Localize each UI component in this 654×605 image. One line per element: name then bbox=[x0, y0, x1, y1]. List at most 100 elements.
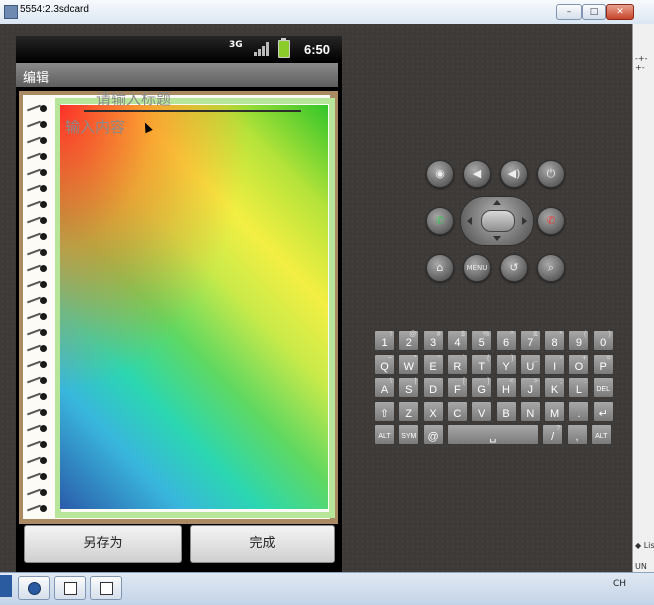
key-1-0[interactable]: Q ~ bbox=[374, 353, 395, 375]
menu-button[interactable]: MENU bbox=[463, 254, 491, 282]
dpad-up-icon[interactable] bbox=[493, 200, 501, 205]
key-4-3[interactable]: ␣ bbox=[446, 424, 539, 445]
volume-up-button[interactable]: ◀) bbox=[500, 160, 528, 188]
spiral-ring bbox=[27, 359, 47, 371]
key-1-6[interactable]: U _ bbox=[519, 353, 541, 375]
content-input[interactable] bbox=[65, 116, 315, 496]
dpad-right-icon[interactable] bbox=[522, 217, 527, 225]
key-3-2[interactable]: X bbox=[422, 400, 444, 422]
minimize-button[interactable]: – bbox=[556, 4, 582, 20]
key-2-1[interactable]: S | bbox=[398, 377, 420, 398]
call-button[interactable]: ✆ bbox=[426, 207, 454, 235]
key-2-3[interactable]: F[ bbox=[446, 377, 468, 398]
search-button[interactable]: ⌕ bbox=[537, 254, 565, 282]
key-3-5[interactable]: B bbox=[495, 400, 517, 422]
spiral-ring bbox=[27, 471, 47, 483]
key-2-7[interactable]: K; bbox=[544, 377, 566, 398]
maximize-button[interactable]: □ bbox=[582, 4, 606, 20]
key-1-1[interactable]: W " bbox=[398, 353, 420, 375]
key-0-4[interactable]: 5% bbox=[471, 330, 493, 351]
key-3-4[interactable]: V bbox=[471, 400, 493, 422]
key-1-3[interactable]: R ` bbox=[446, 353, 468, 375]
key-2-5[interactable]: H < bbox=[495, 377, 517, 398]
key-2-2[interactable]: D bbox=[422, 377, 444, 398]
end-call-button[interactable]: ✆ bbox=[537, 207, 565, 235]
taskbar-ie-button[interactable] bbox=[18, 576, 50, 600]
key-4-6[interactable]: ALT bbox=[590, 424, 612, 445]
title-input[interactable] bbox=[84, 88, 301, 112]
taskbar-app-button-2[interactable] bbox=[90, 576, 122, 600]
key-0-9[interactable]: 0) bbox=[592, 330, 614, 351]
key-0-5[interactable]: 6 ^ bbox=[495, 330, 517, 351]
key-1-2[interactable]: E " bbox=[422, 353, 444, 375]
key-0-1[interactable]: 2 @ bbox=[398, 330, 420, 351]
app-icon bbox=[4, 5, 18, 19]
back-button[interactable]: ↺ bbox=[500, 254, 528, 282]
spiral-ring bbox=[27, 199, 47, 211]
key-4-5[interactable]: , bbox=[566, 424, 588, 445]
volume-down-button[interactable]: ◀ bbox=[463, 160, 491, 188]
camera-button[interactable]: ◉ bbox=[426, 160, 454, 188]
spiral-ring bbox=[27, 215, 47, 227]
key-1-9[interactable]: P = bbox=[592, 353, 614, 375]
key-3-6[interactable]: N bbox=[519, 400, 541, 422]
dpad-down-icon[interactable] bbox=[493, 236, 501, 241]
signal-icon bbox=[254, 42, 270, 56]
key-2-6[interactable]: J > bbox=[519, 377, 541, 398]
status-time: 6:50 bbox=[304, 42, 331, 57]
key-3-3[interactable]: C bbox=[446, 400, 468, 422]
key-1-8[interactable]: O + bbox=[568, 353, 590, 375]
key-2-4[interactable]: G] bbox=[471, 377, 493, 398]
start-button[interactable] bbox=[0, 575, 12, 597]
power-button[interactable]: ⏻ bbox=[537, 160, 565, 188]
key-3-8[interactable]: . bbox=[568, 400, 590, 422]
spiral-ring bbox=[27, 183, 47, 195]
key-4-1[interactable]: SYM bbox=[398, 424, 420, 445]
dpad-left-icon[interactable] bbox=[467, 217, 472, 225]
key-0-8[interactable]: 9( bbox=[568, 330, 590, 351]
save-as-button[interactable]: 另存为 bbox=[24, 525, 182, 563]
key-4-2[interactable]: @ bbox=[422, 424, 444, 445]
spiral-ring bbox=[27, 231, 47, 243]
key-0-0[interactable]: 1! bbox=[374, 330, 395, 351]
key-0-6[interactable]: 7 & bbox=[519, 330, 541, 351]
spiral-ring bbox=[27, 119, 47, 131]
spiral-ring bbox=[27, 407, 47, 419]
battery-icon bbox=[278, 38, 290, 58]
key-2-8[interactable]: L: bbox=[568, 377, 590, 398]
key-4-0[interactable]: ALT bbox=[374, 424, 395, 445]
key-1-5[interactable]: Y} bbox=[495, 353, 517, 375]
key-3-9[interactable]: ↵ bbox=[592, 400, 614, 422]
spiral-ring bbox=[27, 311, 47, 323]
spiral-binding bbox=[23, 97, 51, 517]
taskbar-app-button[interactable] bbox=[54, 576, 86, 600]
key-2-0[interactable]: A \ bbox=[374, 377, 395, 398]
key-3-1[interactable]: Z bbox=[398, 400, 420, 422]
key-4-4[interactable]: /? bbox=[542, 424, 564, 445]
key-1-7[interactable]: I- bbox=[544, 353, 566, 375]
done-button[interactable]: 完成 bbox=[190, 525, 335, 563]
key-0-7[interactable]: 8 * bbox=[544, 330, 566, 351]
spiral-ring bbox=[27, 279, 47, 291]
spiral-ring bbox=[27, 103, 47, 115]
key-0-2[interactable]: 3 # bbox=[422, 330, 444, 351]
dpad[interactable] bbox=[460, 196, 534, 246]
side-panel: -+-+- ◆ Lis UN bbox=[632, 24, 654, 572]
dpad-center-button[interactable] bbox=[481, 210, 515, 232]
key-3-7[interactable]: M bbox=[544, 400, 566, 422]
home-button[interactable]: ⌂ bbox=[426, 254, 454, 282]
spiral-ring bbox=[27, 295, 47, 307]
spiral-ring bbox=[27, 263, 47, 275]
spiral-ring bbox=[27, 439, 47, 451]
key-1-4[interactable]: T{ bbox=[471, 353, 493, 375]
network-3g-icon: 3G bbox=[229, 40, 243, 50]
key-3-0[interactable]: ⇧ bbox=[374, 400, 395, 422]
close-button[interactable]: ✕ bbox=[606, 4, 634, 20]
window-title: 5554:2.3sdcard bbox=[20, 4, 89, 15]
key-0-3[interactable]: 4 $ bbox=[446, 330, 468, 351]
phone-screen: 3G 6:50 编辑 另存为 完成 bbox=[16, 36, 342, 572]
spiral-ring bbox=[27, 327, 47, 339]
spiral-ring bbox=[27, 247, 47, 259]
spiral-ring bbox=[27, 455, 47, 467]
key-2-9[interactable]: DEL bbox=[592, 377, 614, 398]
